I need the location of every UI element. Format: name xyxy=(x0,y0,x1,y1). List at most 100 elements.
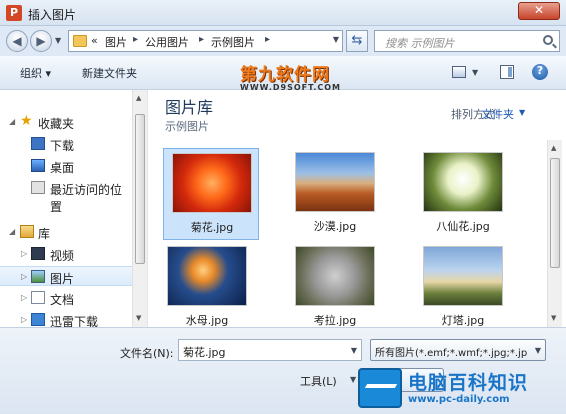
file-name: 八仙花.jpg xyxy=(436,220,490,233)
file-name: 灯塔.jpg xyxy=(441,314,485,327)
sidebar-item-recent-places[interactable]: 最近访问的位置 xyxy=(0,178,132,214)
sidebar-item-videos[interactable]: ▷ 视频 xyxy=(0,244,132,264)
documents-icon xyxy=(31,291,45,304)
preview-pane-icon[interactable] xyxy=(500,65,514,79)
breadcrumb-separator[interactable]: ▸ xyxy=(265,34,270,45)
file-name: 水母.jpg xyxy=(185,314,229,327)
file-tile[interactable]: 灯塔.jpg xyxy=(415,242,511,327)
filename-label: 文件名(N): xyxy=(120,347,174,360)
organize-button[interactable]: 组织 ▾ xyxy=(20,65,51,81)
recent-places-icon xyxy=(31,181,45,194)
new-folder-button[interactable]: 新建文件夹 xyxy=(82,65,137,81)
sidebar-item-label: 桌面 xyxy=(50,161,75,175)
pictures-icon xyxy=(31,270,45,283)
scroll-up-icon[interactable]: ▲ xyxy=(551,144,556,152)
sidebar-item-label: 图片 xyxy=(50,272,75,286)
library-subtitle: 示例图片 xyxy=(165,120,209,133)
file-name: 沙漠.jpg xyxy=(313,220,357,233)
arrange-by-dropdown[interactable]: 文件夹 xyxy=(481,106,514,122)
file-list-scroll-thumb[interactable] xyxy=(550,158,560,268)
expand-icon[interactable]: ▷ xyxy=(21,249,27,258)
sidebar-item-label: 视频 xyxy=(50,249,75,263)
file-list-scrollbar[interactable]: ▲ ▼ xyxy=(547,140,562,327)
sidebar-item-label: 收藏夹 xyxy=(38,117,75,131)
collapse-icon[interactable]: ◢ xyxy=(9,117,15,126)
chevron-down-icon[interactable]: ▼ xyxy=(519,108,525,117)
sidebar-item-documents[interactable]: ▷ 文档 xyxy=(0,288,132,308)
koala-thumbnail xyxy=(295,246,375,306)
sidebar-item-label: 下载 xyxy=(50,139,75,153)
change-view-icon[interactable] xyxy=(452,66,466,78)
desktop-icon xyxy=(31,159,45,172)
expand-icon[interactable]: ▷ xyxy=(21,315,27,324)
address-row: ◀ ▶ ▼ « 图片 ▸ 公用图片 ▸ 示例图片 ▸ ▼ ⇆ 搜索 示例图片 xyxy=(0,26,566,56)
forward-button[interactable]: ▶ xyxy=(30,30,52,52)
navigation-pane: ◢ ★ 收藏夹 下载 桌面 最近访问的位置 ◢ 库 ▷ 视频 ▷ 图片 ▷ 文档… xyxy=(0,90,148,327)
file-tile[interactable]: 八仙花.jpg xyxy=(415,148,511,240)
watermark-name: 第九软件网 xyxy=(240,65,330,85)
expand-icon[interactable]: ▷ xyxy=(21,272,27,281)
window-title: 插入图片 xyxy=(28,8,77,22)
sidebar-item-pictures[interactable]: ▷ 图片 xyxy=(0,266,132,286)
desert-thumbnail xyxy=(295,152,375,212)
breadcrumb-pictures[interactable]: 图片 xyxy=(105,34,127,50)
breadcrumb-separator[interactable]: ▸ xyxy=(199,34,204,45)
search-input[interactable]: 搜索 示例图片 xyxy=(374,30,560,52)
file-name: 菊花.jpg xyxy=(190,221,234,234)
watermark-logo: 第九软件网 WWW.D9SOFT.COM xyxy=(240,60,341,92)
sidebar-item-libraries[interactable]: ◢ 库 xyxy=(0,222,132,242)
filename-input[interactable]: 菊花.jpg ▼ xyxy=(178,339,362,361)
file-tile[interactable]: 菊花.jpg xyxy=(163,148,259,240)
chrysanthemum-thumbnail xyxy=(172,153,252,213)
chevron-down-icon[interactable]: ▼ xyxy=(535,346,541,355)
search-placeholder: 搜索 示例图片 xyxy=(385,37,455,50)
address-bar[interactable]: « 图片 ▸ 公用图片 ▸ 示例图片 ▸ ▼ xyxy=(68,30,343,52)
file-tile[interactable]: 考拉.jpg xyxy=(287,242,383,327)
sidebar-scroll-thumb[interactable] xyxy=(135,114,145,264)
file-tile[interactable]: 水母.jpg xyxy=(159,242,255,327)
refresh-button[interactable]: ⇆ xyxy=(346,30,368,52)
address-dropdown[interactable]: ▼ xyxy=(333,35,339,44)
sidebar-item-desktop[interactable]: 桌面 xyxy=(0,156,132,176)
file-list-pane: 图片库 示例图片 排列方式: 菊花.jpg 沙漠.jpg 八仙花.jpg 水母.… xyxy=(149,90,547,327)
filename-dropdown[interactable]: ▼ xyxy=(351,346,357,355)
scroll-down-icon[interactable]: ▼ xyxy=(551,314,556,322)
breadcrumb-sample-pictures[interactable]: 示例图片 xyxy=(211,34,255,50)
library-title: 图片库 xyxy=(165,98,214,117)
breadcrumb-overflow[interactable]: « xyxy=(91,34,98,47)
breadcrumb-separator[interactable]: ▸ xyxy=(133,34,138,45)
breadcrumb-public-pictures[interactable]: 公用图片 xyxy=(145,34,189,50)
collapse-icon[interactable]: ◢ xyxy=(9,227,15,236)
file-type-filter[interactable]: 所有图片(*.emf;*.wmf;*.jpg;*.jp ▼ xyxy=(370,339,546,361)
sidebar-item-label: 文档 xyxy=(50,293,75,307)
file-tile[interactable]: 沙漠.jpg xyxy=(287,148,383,240)
site-watermark-name: 电脑百科知识 xyxy=(408,372,529,394)
tools-button[interactable]: 工具(L) xyxy=(300,373,337,389)
recent-pages-dropdown[interactable]: ▼ xyxy=(55,36,61,45)
scroll-up-icon[interactable]: ▲ xyxy=(136,94,141,102)
search-icon[interactable] xyxy=(543,35,553,45)
sidebar-item-xunlei-downloads[interactable]: ▷ 迅雷下载 xyxy=(0,310,132,327)
star-icon: ★ xyxy=(20,113,33,129)
hydrangeas-thumbnail xyxy=(423,152,503,212)
sidebar-scrollbar[interactable]: ▲ ▼ xyxy=(132,90,147,327)
library-icon xyxy=(20,225,34,238)
view-dropdown[interactable]: ▼ xyxy=(472,68,478,77)
site-watermark: 电脑百科知识 www.pc-daily.com xyxy=(356,366,566,414)
close-button[interactable]: ✕ xyxy=(518,2,560,20)
lighthouse-thumbnail xyxy=(423,246,503,306)
filename-value: 菊花.jpg xyxy=(183,346,226,359)
video-icon xyxy=(31,247,45,260)
expand-icon[interactable]: ▷ xyxy=(21,293,27,302)
site-watermark-url: www.pc-daily.com xyxy=(408,394,510,405)
title-bar: P 插入图片 ✕ xyxy=(0,0,566,26)
back-button[interactable]: ◀ xyxy=(6,30,28,52)
help-icon[interactable]: ? xyxy=(532,64,548,80)
scroll-down-icon[interactable]: ▼ xyxy=(136,314,141,322)
sidebar-item-favorites[interactable]: ◢ ★ 收藏夹 xyxy=(0,112,132,132)
folder-icon xyxy=(73,35,87,47)
powerpoint-icon: P xyxy=(6,5,22,21)
sidebar-item-downloads[interactable]: 下载 xyxy=(0,134,132,154)
xunlei-icon xyxy=(31,313,45,326)
sidebar-item-label: 库 xyxy=(38,227,51,241)
